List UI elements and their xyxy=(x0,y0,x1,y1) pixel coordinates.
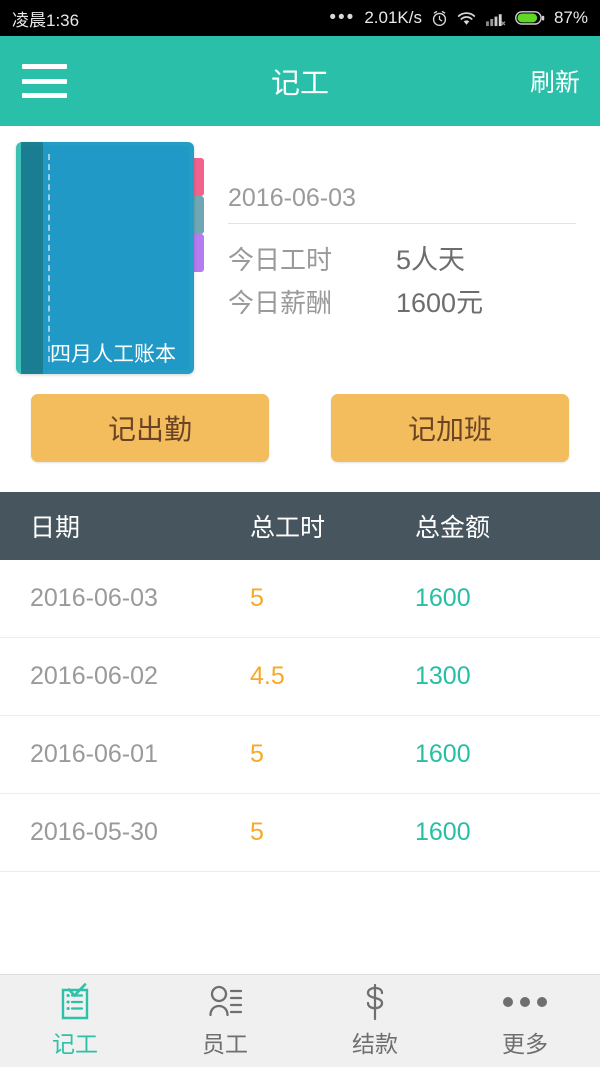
cell-hours: 5 xyxy=(250,584,264,612)
battery-percent: 87% xyxy=(553,8,588,27)
summary-hours-label: 今日工时 xyxy=(228,245,333,275)
hamburger-bar xyxy=(22,93,67,98)
record-attendance-button[interactable]: 记出勤 xyxy=(31,394,269,462)
table-header-row: 日期 总工时 总金额 xyxy=(0,492,600,560)
hamburger-menu-icon[interactable] xyxy=(22,64,67,98)
summary-pay-label: 今日薪酬 xyxy=(228,288,333,318)
summary-row-pay: 今日薪酬 1600元 xyxy=(228,281,576,320)
hamburger-bar xyxy=(22,64,67,69)
summary-info: 2016-06-03 今日工时 5人天 今日薪酬 1600元 xyxy=(194,142,600,374)
column-header-date: 日期 xyxy=(30,514,81,542)
cell-hours: 4.5 xyxy=(250,662,285,690)
nav-item-employees[interactable]: 员工 xyxy=(150,975,300,1067)
table-row[interactable]: 2016-05-30 5 1600 xyxy=(0,794,600,872)
nav-item-more[interactable]: 更多 xyxy=(450,975,600,1067)
cell-hours: 5 xyxy=(250,740,264,768)
hamburger-bar xyxy=(22,78,67,84)
summary-card: 四月人工账本 2016-06-03 今日工时 5人天 今日薪酬 1600元 xyxy=(0,126,600,374)
dollar-sign-icon xyxy=(360,983,390,1021)
cell-amount: 1600 xyxy=(415,818,471,846)
summary-row-hours: 今日工时 5人天 xyxy=(228,238,576,277)
record-overtime-button[interactable]: 记加班 xyxy=(331,394,569,462)
notebook-cover xyxy=(21,146,189,370)
more-dots-icon xyxy=(503,983,547,1021)
status-bar-left: 凌晨1:36 xyxy=(12,6,79,31)
records-table-body: 2016-06-03 5 1600 2016-06-02 4.5 1300 2016-06-… xyxy=(0,560,600,872)
cell-date: 2016-06-03 xyxy=(30,584,158,612)
more-dot xyxy=(503,997,513,1007)
app-bar: 记工 刷新 xyxy=(0,36,600,126)
refresh-button[interactable]: 刷新 xyxy=(530,63,580,99)
cell-hours: 5 xyxy=(250,818,264,846)
table-row[interactable]: 2016-06-02 4.5 1300 xyxy=(0,638,600,716)
notebook-dashed-line xyxy=(48,154,50,362)
summary-pay-value: 1600元 xyxy=(396,288,484,318)
cell-date: 2016-05-30 xyxy=(30,818,158,846)
bottom-navigation-bar: 记工 员工 结款 更多 xyxy=(0,974,600,1067)
network-speed: 2.01K/s xyxy=(364,8,422,27)
status-time: 凌晨1:36 xyxy=(12,10,80,30)
summary-date: 2016-06-03 xyxy=(228,184,576,224)
notebook-spine xyxy=(21,146,43,370)
summary-rows: 今日工时 5人天 今日薪酬 1600元 xyxy=(228,224,576,320)
nav-item-records[interactable]: 记工 xyxy=(0,975,150,1067)
signal-icon xyxy=(485,10,506,27)
column-header-amount: 总金额 xyxy=(415,514,491,542)
battery-icon xyxy=(515,10,545,26)
notebook-body: 四月人工账本 xyxy=(16,142,194,374)
more-dot xyxy=(537,997,547,1007)
person-list-icon xyxy=(206,983,244,1021)
notebook-label: 四月人工账本 xyxy=(50,343,176,366)
cell-amount: 1600 xyxy=(415,740,471,768)
table-empty-area xyxy=(0,872,600,967)
overflow-dots-icon: ••• xyxy=(329,7,356,28)
nav-label-more: 更多 xyxy=(502,1031,548,1057)
cell-date: 2016-06-01 xyxy=(30,740,158,768)
more-dot xyxy=(520,997,530,1007)
table-row[interactable]: 2016-06-03 5 1600 xyxy=(0,560,600,638)
nav-label-records: 记工 xyxy=(52,1031,98,1057)
status-bar-right: ••• 2.01K/s 87% xyxy=(329,8,588,28)
column-header-hours: 总工时 xyxy=(250,514,326,542)
alarm-icon xyxy=(431,10,448,27)
table-row[interactable]: 2016-06-01 5 1600 xyxy=(0,716,600,794)
clipboard-check-icon xyxy=(57,983,93,1021)
summary-hours-value: 5人天 xyxy=(396,245,466,275)
wifi-icon xyxy=(457,10,476,27)
nav-label-settlement: 结款 xyxy=(352,1031,398,1057)
cell-amount: 1600 xyxy=(415,584,471,612)
nav-item-settlement[interactable]: 结款 xyxy=(300,975,450,1067)
status-bar: 凌晨1:36 ••• 2.01K/s 87% xyxy=(0,0,600,36)
cell-amount: 1300 xyxy=(415,662,471,690)
nav-label-employees: 员工 xyxy=(202,1031,248,1057)
cell-date: 2016-06-02 xyxy=(30,662,158,690)
action-buttons: 记出勤 记加班 xyxy=(0,374,600,492)
notebook-thumbnail[interactable]: 四月人工账本 xyxy=(16,142,204,374)
page-title: 记工 xyxy=(270,68,329,100)
